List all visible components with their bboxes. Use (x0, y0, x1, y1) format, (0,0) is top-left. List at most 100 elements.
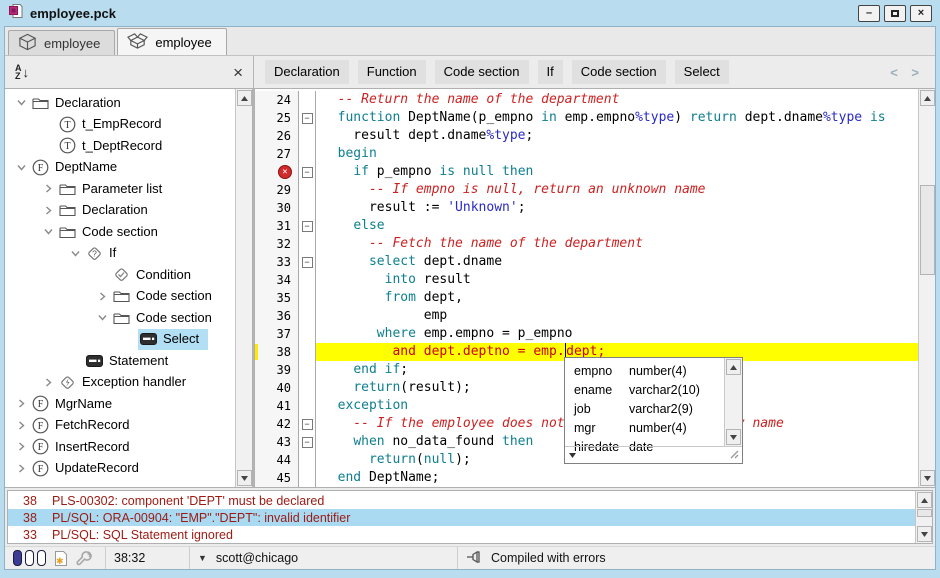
scroll-up-icon[interactable] (726, 359, 741, 375)
tree-item-if[interactable]: ?If (5, 243, 235, 265)
collapse-icon[interactable]: − (302, 257, 313, 268)
code-line-30[interactable]: 30 result := 'Unknown'; (255, 199, 918, 217)
chevron-down-icon[interactable] (40, 226, 57, 237)
chevron-right-icon[interactable] (40, 205, 57, 216)
collapse-icon[interactable]: − (302, 419, 313, 430)
close-button[interactable]: × (910, 5, 932, 22)
scrollbar-thumb[interactable] (920, 185, 935, 275)
chevron-down-icon[interactable] (94, 312, 111, 323)
error-row[interactable]: 33PL/SQL: SQL Statement ignored (8, 526, 915, 543)
chevron-down-icon[interactable] (67, 248, 84, 259)
code-text: -- Return the name of the department (316, 91, 918, 109)
tree-item-select[interactable]: Select (5, 329, 235, 351)
code-line-32[interactable]: 32 -- Fetch the name of the department (255, 235, 918, 253)
tree-item-parameter-list[interactable]: Parameter list (5, 178, 235, 200)
breadcrumb-button-select[interactable]: Select (675, 60, 729, 84)
error-row[interactable]: 38PL/SQL: ORA-00904: "EMP"."DEPT": inval… (8, 509, 915, 526)
tree-item-declaration[interactable]: Declaration (5, 92, 235, 114)
code-line-24[interactable]: 24 -- Return the name of the department (255, 91, 918, 109)
code-line-36[interactable]: 36 emp (255, 307, 918, 325)
tree-item-insertrecord[interactable]: FInsertRecord (5, 436, 235, 458)
fold-toggle[interactable]: − (299, 415, 316, 433)
breadcrumb-button-function[interactable]: Function (358, 60, 426, 84)
collapse-icon[interactable]: − (302, 113, 313, 124)
tree-item-deptname[interactable]: FDeptName (5, 157, 235, 179)
chevron-right-icon[interactable] (13, 441, 30, 452)
scrollbar-thumb[interactable] (917, 509, 932, 517)
panel-close-icon[interactable]: × (233, 64, 243, 81)
maximize-button[interactable] (884, 5, 906, 22)
tree-item-fetchrecord[interactable]: FFetchRecord (5, 415, 235, 437)
chevron-down-icon[interactable] (13, 162, 30, 173)
fold-toggle[interactable]: − (299, 217, 316, 235)
completion-item-mgr[interactable]: mgrnumber(4) (565, 418, 724, 437)
breadcrumb-button-if[interactable]: If (538, 60, 563, 84)
breadcrumb-nav-arrows[interactable]: < > (890, 65, 924, 80)
chevron-right-icon[interactable] (40, 377, 57, 388)
code-line-27[interactable]: 27 begin (255, 145, 918, 163)
popup-scrollbar[interactable] (724, 358, 742, 446)
fold-toggle[interactable]: − (299, 109, 316, 127)
wrench-icon[interactable] (76, 550, 93, 566)
tab-label: employee (44, 36, 100, 51)
completion-item-ename[interactable]: enamevarchar2(10) (565, 380, 724, 399)
chevron-down-icon[interactable] (13, 97, 30, 108)
tree-item-mgrname[interactable]: FMgrName (5, 393, 235, 415)
code-line-26[interactable]: 26 result dept.dname%type; (255, 127, 918, 145)
error-row[interactable]: 38PLS-00302: component 'DEPT' must be de… (8, 492, 915, 509)
collapse-icon[interactable]: − (302, 437, 313, 448)
scroll-up-icon[interactable] (237, 90, 252, 106)
scroll-down-icon[interactable] (726, 429, 741, 445)
tree-item-statement[interactable]: Statement (5, 350, 235, 372)
collapse-icon[interactable]: − (302, 167, 313, 178)
fold-toggle[interactable]: − (299, 253, 316, 271)
chevron-right-icon[interactable] (40, 183, 57, 194)
tree-scrollbar[interactable] (235, 89, 252, 487)
tree-item-code-section[interactable]: Code section (5, 286, 235, 308)
chevron-right-icon[interactable] (13, 420, 30, 431)
tab-employee-1[interactable]: employee (117, 28, 226, 55)
code-line-31[interactable]: 31− else (255, 217, 918, 235)
chevron-right-icon[interactable] (13, 463, 30, 474)
tree-item-code-section[interactable]: Code section (5, 307, 235, 329)
completion-item-job[interactable]: jobvarchar2(9) (565, 399, 724, 418)
scroll-down-icon[interactable] (917, 526, 932, 542)
minimize-button[interactable]: – (858, 5, 880, 22)
breadcrumb-button-code-section[interactable]: Code section (435, 60, 529, 84)
editor-scrollbar[interactable] (918, 89, 935, 487)
code-line-34[interactable]: 34 into result (255, 271, 918, 289)
tree-item-condition[interactable]: Condition (5, 264, 235, 286)
code-line-28[interactable]: ✕− if p_empno is null then (255, 163, 918, 181)
session-selector[interactable]: ▼ scott@chicago (190, 547, 458, 569)
pin-icon[interactable] (466, 550, 485, 567)
scroll-down-icon[interactable] (920, 470, 935, 486)
tree-item-t_deptrecord[interactable]: Tt_DeptRecord (5, 135, 235, 157)
code-line-29[interactable]: 29 -- If empno is null, return an unknow… (255, 181, 918, 199)
code-line-37[interactable]: 37 where emp.empno = p_empno (255, 325, 918, 343)
fold-toggle[interactable]: − (299, 163, 316, 181)
tree-item-updaterecord[interactable]: FUpdateRecord (5, 458, 235, 480)
errors-scrollbar[interactable] (915, 491, 932, 543)
sort-az-icon[interactable]: AZ↓ (15, 64, 29, 80)
scroll-up-icon[interactable] (920, 90, 935, 106)
resize-grip[interactable] (729, 448, 739, 462)
tab-employee-0[interactable]: employee (8, 30, 115, 55)
tree-item-exception-handler[interactable]: Exception handler (5, 372, 235, 394)
chevron-right-icon[interactable] (13, 398, 30, 409)
code-line-25[interactable]: 25− function DeptName(p_empno in emp.emp… (255, 109, 918, 127)
code-line-33[interactable]: 33− select dept.dname (255, 253, 918, 271)
chevron-right-icon[interactable] (94, 291, 111, 302)
popup-expand-icon[interactable] (568, 448, 577, 462)
code-line-45[interactable]: 45 end DeptName; (255, 469, 918, 487)
code-line-35[interactable]: 35 from dept, (255, 289, 918, 307)
completion-item-empno[interactable]: empnonumber(4) (565, 361, 724, 380)
scroll-up-icon[interactable] (917, 492, 932, 508)
tree-item-code-section[interactable]: Code section (5, 221, 235, 243)
scroll-down-icon[interactable] (237, 470, 252, 486)
fold-toggle[interactable]: − (299, 433, 316, 451)
collapse-icon[interactable]: − (302, 221, 313, 232)
breadcrumb-button-declaration[interactable]: Declaration (265, 60, 349, 84)
breadcrumb-button-code-section[interactable]: Code section (572, 60, 666, 84)
tree-item-t_emprecord[interactable]: Tt_EmpRecord (5, 114, 235, 136)
tree-item-declaration[interactable]: Declaration (5, 200, 235, 222)
